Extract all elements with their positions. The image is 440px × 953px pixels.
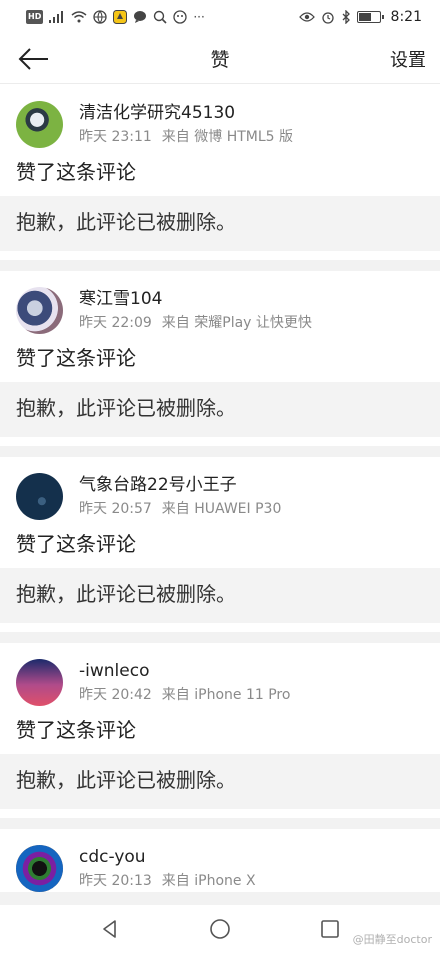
divider xyxy=(0,251,440,260)
item-meta: 昨天 20:57 来自 HUAWEI P30 xyxy=(79,499,281,519)
more-icon: ··· xyxy=(193,10,205,24)
chat-bubble-icon xyxy=(133,10,147,24)
deleted-comment[interactable]: 抱歉，此评论已被删除。 xyxy=(0,196,440,251)
status-time: 8:21 xyxy=(390,9,422,25)
eye-icon xyxy=(298,10,315,24)
avatar[interactable] xyxy=(16,101,63,148)
back-arrow-icon xyxy=(18,47,48,70)
avatar[interactable] xyxy=(16,659,63,706)
divider xyxy=(0,623,440,632)
like-item[interactable]: 寒江雪104 昨天 22:09 来自 荣耀Play 让快更快 赞了这条评论 抱歉，… xyxy=(0,271,440,446)
signal-icon xyxy=(49,10,65,24)
like-item[interactable]: cdc-you 昨天 20:13 来自 iPhone X xyxy=(0,829,440,892)
source: 来自 荣耀Play 让快更快 xyxy=(161,315,312,331)
source: 来自 iPhone X xyxy=(161,873,256,889)
timestamp: 昨天 20:57 xyxy=(79,501,152,517)
square-recent-icon xyxy=(321,920,339,938)
battery-icon xyxy=(356,11,384,23)
action-text: 赞了这条评论 xyxy=(16,346,136,370)
username[interactable]: 寒江雪104 xyxy=(79,287,312,311)
notification-app-icon xyxy=(113,10,128,24)
deleted-comment[interactable]: 抱歉，此评论已被删除。 xyxy=(0,754,440,809)
bluetooth-icon xyxy=(341,10,351,24)
divider xyxy=(0,437,440,446)
divider xyxy=(0,809,440,818)
avatar[interactable] xyxy=(16,287,63,334)
triangle-back-icon xyxy=(103,920,116,938)
status-right: 8:21 xyxy=(298,9,422,25)
face-app-icon xyxy=(173,10,187,24)
action-text: 赞了这条评论 xyxy=(16,718,136,742)
battery-level xyxy=(358,13,371,21)
item-meta: 昨天 22:09 来自 荣耀Play 让快更快 xyxy=(79,313,312,333)
wifi-icon xyxy=(71,10,87,24)
settings-button[interactable]: 设置 xyxy=(390,46,426,72)
avatar[interactable] xyxy=(16,473,63,520)
deleted-comment[interactable]: 抱歉，此评论已被删除。 xyxy=(0,382,440,437)
source: 来自 iPhone 11 Pro xyxy=(161,687,291,703)
item-meta: 昨天 20:42 来自 iPhone 11 Pro xyxy=(79,685,290,705)
username[interactable]: 清洁化学研究45130 xyxy=(79,101,293,125)
timestamp: 昨天 20:42 xyxy=(79,687,152,703)
like-item[interactable]: 清洁化学研究45130 昨天 23:11 来自 微博 HTML5 版 赞了这条评论… xyxy=(0,85,440,260)
like-item[interactable]: 气象台路22号小王子 昨天 20:57 来自 HUAWEI P30 赞了这条评论 … xyxy=(0,457,440,632)
back-button[interactable] xyxy=(18,42,52,76)
page-title: 赞 xyxy=(210,49,230,71)
nav-recent-button[interactable] xyxy=(310,909,350,949)
like-item[interactable]: -iwnleco 昨天 20:42 来自 iPhone 11 Pro 赞了这条评论… xyxy=(0,643,440,818)
alarm-icon xyxy=(321,10,335,24)
search-bubble-icon xyxy=(153,10,167,24)
watermark: @田静至doctor xyxy=(352,933,432,946)
username[interactable]: cdc-you xyxy=(79,845,256,869)
item-meta: 昨天 20:13 来自 iPhone X xyxy=(79,871,256,891)
timestamp: 昨天 22:09 xyxy=(79,315,152,331)
nav-home-button[interactable] xyxy=(200,909,240,949)
header: 赞 设置 xyxy=(0,34,440,84)
status-left: HD ··· xyxy=(26,10,205,24)
hd-badge: HD xyxy=(26,10,44,24)
item-meta: 昨天 23:11 来自 微博 HTML5 版 xyxy=(79,127,293,147)
status-bar: HD ··· 8:21 xyxy=(0,0,440,34)
username[interactable]: 气象台路22号小王子 xyxy=(79,473,281,497)
action-text: 赞了这条评论 xyxy=(16,160,136,184)
timestamp: 昨天 23:11 xyxy=(79,129,152,145)
timestamp: 昨天 20:13 xyxy=(79,873,152,889)
username[interactable]: -iwnleco xyxy=(79,659,290,683)
nav-back-button[interactable] xyxy=(90,909,130,949)
system-nav-bar: @田静至doctor xyxy=(0,905,440,953)
circle-home-icon xyxy=(210,919,230,939)
source: 来自 微博 HTML5 版 xyxy=(161,129,294,145)
avatar[interactable] xyxy=(16,845,63,892)
globe-icon xyxy=(93,10,107,24)
source: 来自 HUAWEI P30 xyxy=(161,501,282,517)
likes-feed[interactable]: 清洁化学研究45130 昨天 23:11 来自 微博 HTML5 版 赞了这条评论… xyxy=(0,85,440,905)
deleted-comment[interactable]: 抱歉，此评论已被删除。 xyxy=(0,568,440,623)
action-text: 赞了这条评论 xyxy=(16,532,136,556)
